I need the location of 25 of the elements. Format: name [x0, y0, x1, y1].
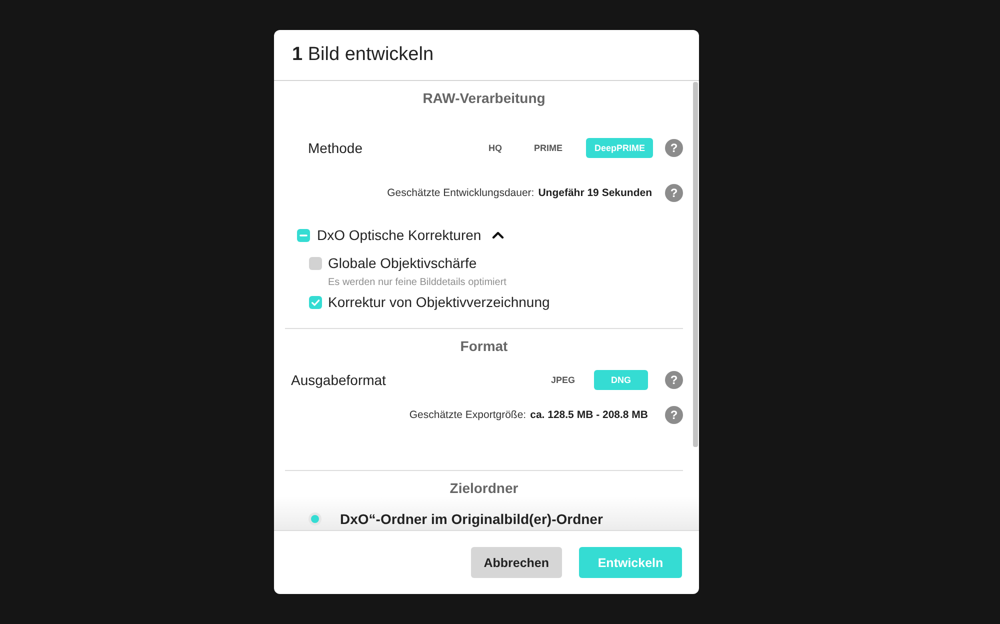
option-label[interactable]: Globale Objektivschärfe [328, 255, 477, 271]
chevron-icon[interactable] [492, 231, 504, 239]
option-label[interactable]: Korrektur von Objektivverzeichnung [328, 294, 550, 310]
method-option[interactable]: HQ [480, 138, 510, 158]
checkbox[interactable] [297, 228, 310, 242]
format-label: Ausgabeformat [291, 372, 387, 388]
estimate-value: Ungefähr 19 Sekunden [538, 187, 652, 199]
option-hint: Es werden nur feine Bilddetails optimiert [327, 277, 508, 289]
estimate-label: Geschätzte Exportgröße: [409, 409, 526, 421]
section-heading: Format [459, 337, 509, 355]
estimate-label: Geschätzte Entwicklungsdauer: [387, 187, 534, 199]
method-option[interactable]: PRIME [526, 138, 570, 158]
checkbox[interactable] [309, 256, 322, 270]
dialog-title: 1 Bild entwickeln [292, 44, 434, 66]
cancel-button[interactable]: Abbrechen [470, 547, 562, 578]
estimate-value: ca. 128.5 MB - 208.8 MB [530, 409, 648, 421]
section-heading: Zielordner [448, 479, 520, 497]
format-option[interactable]: JPEG [534, 370, 592, 390]
checkbox[interactable] [309, 296, 322, 308]
radio-button[interactable] [308, 512, 322, 526]
scrollbar-thumb[interactable] [693, 82, 698, 447]
method-label: Methode [308, 140, 364, 156]
section-heading: RAW-Verarbeitung [422, 89, 546, 107]
folder-option-label[interactable]: DxO“-Ordner im Originalbild(er)-Ordner [340, 511, 603, 527]
optics-label[interactable]: DxO Optische Korrekturen [317, 227, 482, 243]
